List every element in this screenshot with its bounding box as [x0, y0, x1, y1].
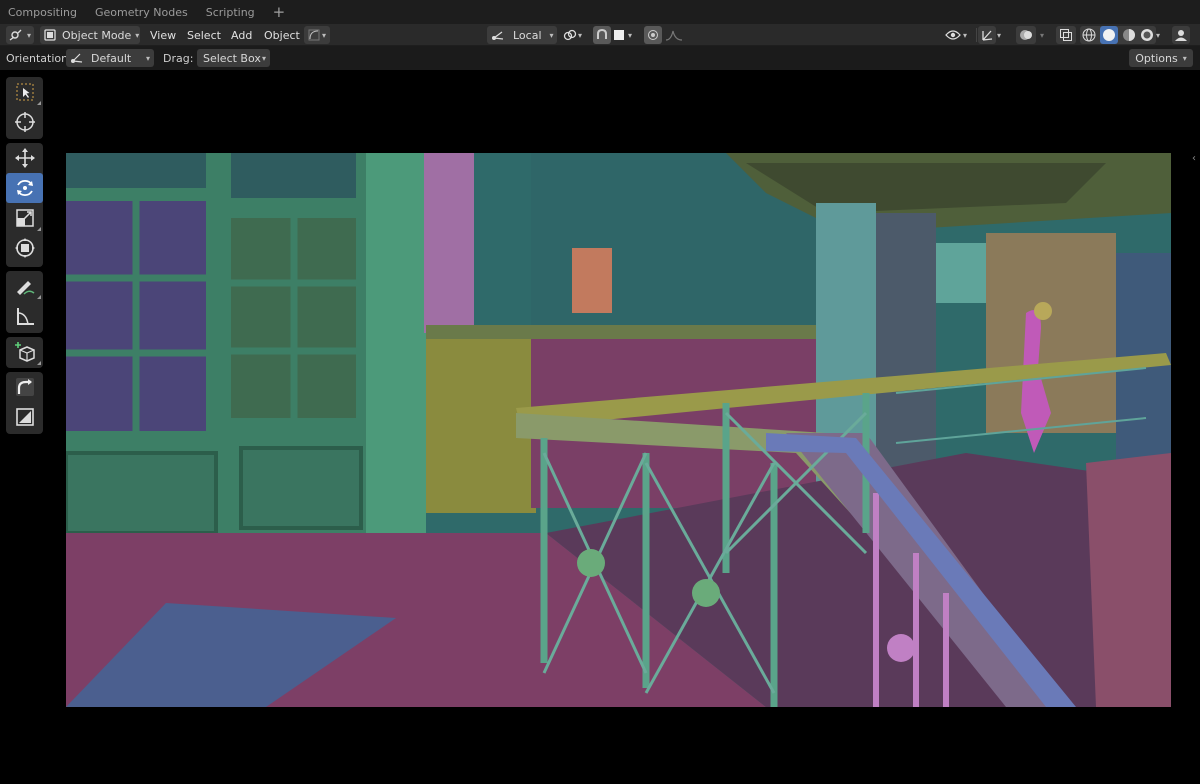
link-icon [563, 29, 577, 41]
move-tool[interactable] [6, 143, 43, 173]
options-label: Options [1135, 51, 1178, 65]
menu-select[interactable]: Select [181, 26, 227, 44]
editor-type-button[interactable]: ▾ [6, 26, 34, 44]
select-box-icon [16, 83, 33, 101]
transform-tool[interactable] [6, 233, 43, 263]
orientation-icon [71, 53, 83, 63]
visibility-icon [945, 30, 961, 40]
move-icon [14, 148, 35, 168]
add-workspace-button[interactable]: + [273, 4, 286, 20]
gizmo-icon [982, 30, 993, 41]
xray-icon [1060, 29, 1072, 41]
options-dropdown[interactable]: Options ▾ [1129, 49, 1193, 67]
measure-tool[interactable] [6, 301, 43, 331]
orientation-value: Default [91, 51, 132, 65]
transform-orientation-dropdown[interactable]: Local ▾ [487, 26, 557, 44]
workspace-tabs: Compositing Geometry Nodes Scripting + [0, 0, 1200, 24]
scale-tool[interactable] [6, 203, 43, 233]
object-type-filter-button[interactable]: ▾ [304, 26, 330, 44]
orientation-label: Orientation: [6, 51, 72, 65]
rotate-tool[interactable] [6, 173, 43, 203]
solid-shading-button[interactable] [1100, 26, 1118, 44]
gizmo-toggle[interactable] [978, 26, 996, 44]
menu-add[interactable]: Add [225, 26, 258, 44]
add-cube-icon [14, 342, 35, 362]
material-shading-icon[interactable] [1122, 28, 1136, 42]
extrude-tool[interactable] [6, 402, 43, 432]
select-tools [6, 77, 43, 139]
measure-icon [16, 308, 34, 325]
overlay-toggle[interactable] [1016, 26, 1036, 44]
viewport-editor-icon [9, 29, 22, 41]
cursor-icon [14, 112, 35, 132]
xray-toggle[interactable] [1056, 26, 1076, 44]
falloff-icon [665, 30, 683, 41]
transform-tools [6, 143, 43, 267]
tab-geometry-nodes[interactable]: Geometry Nodes [95, 6, 188, 19]
solid-shading-icon [1103, 29, 1115, 41]
scene-illustration [66, 153, 1171, 707]
overlay-icon [1020, 30, 1032, 40]
shear-tool[interactable] [6, 372, 43, 402]
rendered-shading-icon[interactable] [1140, 28, 1154, 42]
orientation-dropdown[interactable]: Default ▾ [66, 49, 154, 67]
shear-icon [15, 378, 34, 396]
gizmo-dropdown[interactable]: ▾ [997, 26, 1001, 44]
sidebar-toggle-icon[interactable]: ‹ [1192, 153, 1196, 164]
annotate-tools [6, 271, 43, 333]
snap-target-icon [614, 30, 624, 40]
drag-label: Drag: [163, 51, 194, 65]
drag-value: Select Box [203, 51, 261, 65]
tab-scripting[interactable]: Scripting [206, 6, 255, 19]
3d-viewport[interactable]: ‹ [0, 70, 1200, 784]
edit-tools [6, 372, 43, 434]
annotate-icon [16, 281, 34, 295]
shading-mode-group [1080, 26, 1156, 44]
snap-toggle[interactable] [593, 26, 611, 44]
visibility-dropdown[interactable]: ▾ [945, 26, 973, 44]
transform-icon [14, 238, 35, 258]
proportional-edit-icon [648, 30, 658, 40]
mode-dropdown[interactable]: Object Mode ▾ [40, 26, 140, 44]
viewport-header: ▾ Object Mode ▾ View Select Add Object ▾… [0, 24, 1200, 46]
transform-pivot-icon [492, 31, 504, 40]
tab-compositing[interactable]: Compositing [8, 6, 77, 19]
mode-label: Object Mode [62, 28, 132, 42]
proportional-edit-toggle[interactable] [644, 26, 662, 44]
overlay-dropdown[interactable]: ▾ [1040, 26, 1044, 44]
menu-object[interactable]: Object [258, 26, 306, 44]
rotate-icon [16, 179, 33, 197]
add-tools [6, 337, 43, 368]
snap-icon [597, 29, 607, 39]
user-prefs-button[interactable] [1172, 26, 1190, 44]
select-box-tool[interactable] [6, 77, 43, 107]
pivot-point-dropdown[interactable]: ▾ [563, 26, 589, 44]
extrude-icon [15, 408, 34, 426]
drag-dropdown[interactable]: Select Box ▾ [197, 49, 270, 67]
add-cube-tool[interactable] [6, 337, 43, 367]
object-mode-icon [44, 29, 56, 41]
tool-settings-bar: Orientation: Default ▾ Drag: Select Box … [0, 46, 1200, 70]
shading-dropdown[interactable]: ▾ [1156, 26, 1160, 44]
camera-view-render [66, 153, 1171, 707]
menu-view[interactable]: View [144, 26, 182, 44]
cursor-tool[interactable] [6, 107, 43, 137]
snap-target-dropdown[interactable]: ▾ [614, 26, 640, 44]
curve-icon [308, 29, 320, 41]
wireframe-shading-icon[interactable] [1082, 28, 1096, 42]
transform-orientation-label: Local [513, 28, 542, 42]
annotate-tool[interactable] [6, 271, 43, 301]
scale-icon [15, 209, 34, 227]
user-icon [1175, 30, 1187, 41]
falloff-dropdown[interactable] [665, 26, 689, 44]
